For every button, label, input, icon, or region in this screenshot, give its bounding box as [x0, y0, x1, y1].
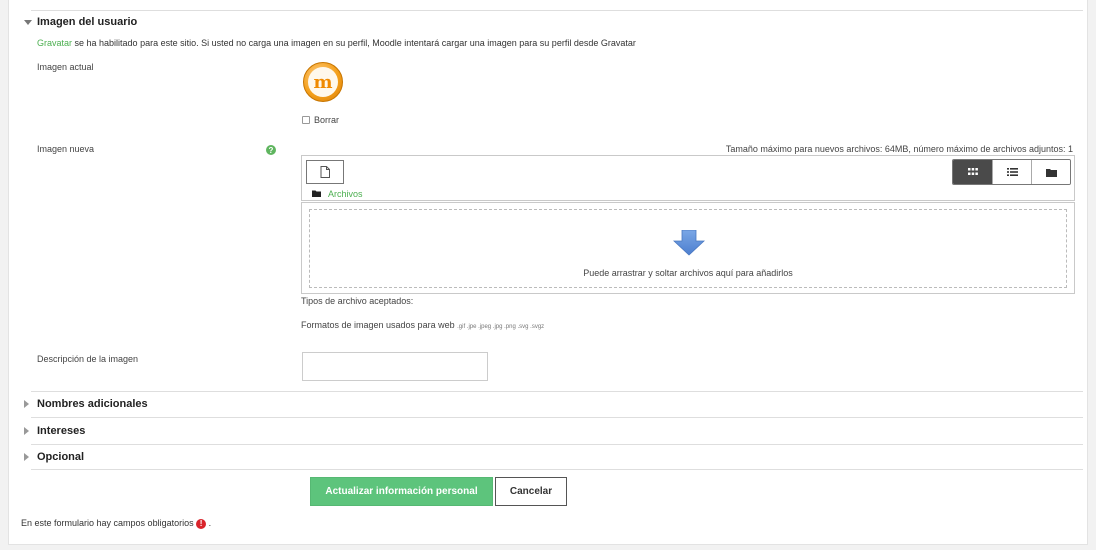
accepted-formats: Formatos de imagen usados para web .gif … [301, 320, 544, 330]
help-icon[interactable]: ? [266, 145, 276, 155]
expand-caret-icon[interactable] [24, 427, 29, 435]
collapse-caret-icon[interactable] [24, 20, 32, 25]
breadcrumb-files[interactable]: Archivos [328, 189, 363, 199]
gravatar-link[interactable]: Gravatar [37, 38, 72, 48]
expand-caret-icon[interactable] [24, 453, 29, 461]
section-title-user-image[interactable]: Imagen del usuario [37, 16, 137, 28]
view-list-button[interactable] [992, 160, 1031, 184]
required-notice-suffix: . [208, 518, 212, 528]
required-notice-text: En este formulario hay campos obligatori… [21, 518, 194, 528]
gravatar-notice-text: se ha habilitado para este sitio. Si ust… [72, 38, 636, 48]
folder-icon [1045, 168, 1057, 177]
formats-label: Formatos de imagen usados para web [301, 320, 455, 330]
dropzone-text: Puede arrastrar y soltar archivos aquí p… [583, 268, 793, 278]
folder-icon [312, 190, 321, 197]
divider [31, 469, 1083, 470]
section-title-interests[interactable]: Intereses [37, 425, 85, 437]
delete-label: Borrar [314, 115, 340, 125]
file-icon [320, 166, 330, 178]
cancel-button[interactable]: Cancelar [495, 477, 567, 506]
moodle-logo-icon: m [308, 67, 338, 97]
file-drop-area: Puede arrastrar y soltar archivos aquí p… [301, 202, 1075, 294]
delete-checkbox[interactable] [302, 116, 310, 124]
drop-arrow-icon [673, 230, 705, 256]
current-image-label: Imagen actual [37, 62, 94, 72]
section-title-additional-names[interactable]: Nombres adicionales [37, 398, 148, 410]
gravatar-notice: Gravatar se ha habilitado para este siti… [37, 38, 636, 48]
required-fields-notice: En este formulario hay campos obligatori… [21, 518, 211, 529]
required-icon: ! [196, 518, 207, 529]
add-file-button[interactable] [306, 160, 344, 184]
view-icons-button[interactable] [953, 160, 992, 184]
divider [31, 417, 1083, 418]
form-card: Imagen del usuario Gravatar se ha habili… [8, 0, 1088, 545]
formats-extensions: .gif .jpe .jpeg .jpg .png .svg .svgz [457, 324, 545, 330]
image-description-label: Descripción de la imagen [37, 354, 139, 364]
accepted-types-label: Tipos de archivo aceptados: [301, 296, 414, 306]
avatar: m [303, 62, 343, 102]
dropzone[interactable]: Puede arrastrar y soltar archivos aquí p… [309, 209, 1067, 288]
image-description-input[interactable] [302, 352, 488, 381]
grid-icon [967, 168, 978, 175]
divider [31, 391, 1083, 392]
divider [31, 444, 1083, 445]
divider [31, 10, 1083, 11]
update-profile-button[interactable]: Actualizar información personal [310, 477, 493, 506]
file-manager-toolbar: Archivos [301, 155, 1075, 201]
new-image-label: Imagen nueva [37, 144, 95, 154]
expand-caret-icon[interactable] [24, 400, 29, 408]
max-size-notice: Tamaño máximo para nuevos archivos: 64MB… [725, 144, 1073, 154]
list-icon [1006, 168, 1018, 176]
section-title-optional[interactable]: Opcional [37, 451, 84, 463]
view-tree-button[interactable] [1031, 160, 1070, 184]
view-mode-group [952, 159, 1071, 185]
